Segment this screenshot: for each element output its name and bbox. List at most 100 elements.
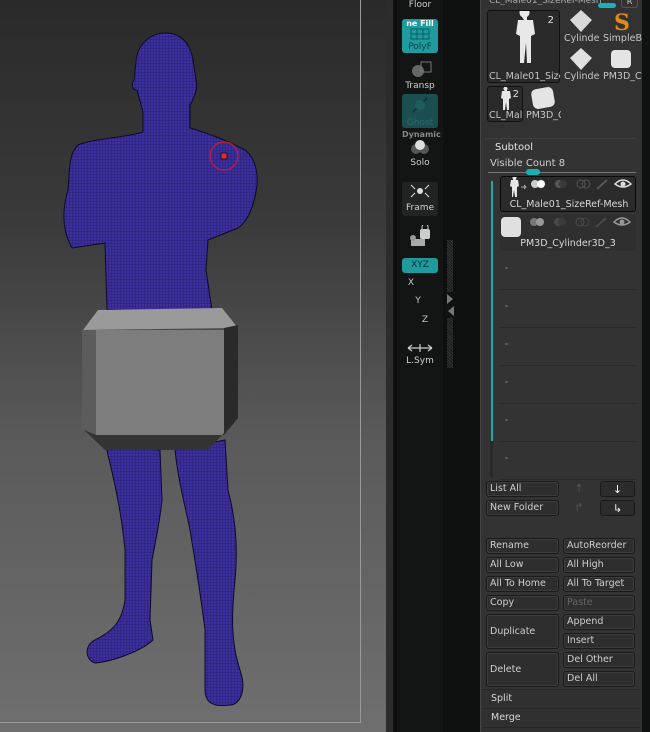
insert-button[interactable]: Insert: [563, 633, 635, 649]
eye-visibility-icon: [613, 179, 633, 188]
subtool-item-male[interactable]: CL_Male01_SizeRef-Mesh: [500, 176, 636, 212]
duplicate-button[interactable]: Duplicate: [486, 614, 559, 649]
solo-button[interactable]: Dynamic Solo: [402, 130, 441, 169]
xyz-label: XYZ: [411, 260, 429, 270]
all-to-home-button[interactable]: All To Home: [486, 576, 559, 592]
subtool-list-scrollbar[interactable]: [491, 181, 493, 441]
all-to-target-button[interactable]: All To Target: [563, 576, 635, 592]
subtool-empty-slot[interactable]: [500, 405, 636, 442]
split-section[interactable]: Split: [482, 689, 640, 708]
subtool-name: PM3D_Cylinder3D_3: [520, 238, 616, 249]
move-out-folder-button[interactable]: ↳: [600, 500, 635, 516]
panel-scroll-gutter[interactable]: [642, 0, 650, 732]
shelf-collapse-arrows[interactable]: [446, 292, 455, 318]
collapse-arrows-icon: [447, 294, 454, 316]
slot-dot: [505, 267, 508, 269]
subtool-item-cylinder[interactable]: PM3D_Cylinder3D_3: [500, 215, 636, 251]
visible-count-knob[interactable]: [526, 169, 540, 175]
subtool-empty-slot[interactable]: [500, 291, 636, 328]
all-low-button[interactable]: All Low: [486, 557, 559, 573]
ghost-button[interactable]: Ghost: [402, 94, 438, 128]
visible-count-slider-label[interactable]: Visible Count 8: [490, 158, 565, 169]
tool-thumb-pm3d-2[interactable]: PM3D_C: [525, 86, 561, 122]
del-other-button[interactable]: Del Other: [563, 652, 635, 668]
mask-toggle-icon: [555, 180, 567, 188]
thumb-label: PM3D_C: [526, 110, 561, 121]
tool-thumb-male[interactable]: 2 CL_Male01_Size: [487, 7, 560, 83]
solo-icon: [411, 140, 429, 154]
rename-button[interactable]: Rename: [486, 538, 559, 554]
slot-dot: [505, 381, 508, 383]
slot-dot: [505, 343, 508, 345]
cube-icon: [531, 87, 555, 109]
subtool-empty-slot[interactable]: [500, 329, 636, 366]
ghost-label: Ghost: [406, 118, 434, 128]
dynamic-label: Dynamic: [402, 130, 441, 139]
subtool-empty-slot[interactable]: [500, 367, 636, 404]
transp-button[interactable]: Transp: [402, 60, 438, 91]
transp-label: Transp: [405, 81, 435, 91]
subtool-empty-slot[interactable]: [500, 443, 636, 480]
current-tool-name: CL_Male01_SizeRef-Mesh: [489, 0, 602, 5]
tool-thumb-male-small[interactable]: 2 CL_Mal: [487, 86, 523, 122]
move-up-button[interactable]: ↑: [562, 481, 596, 497]
tool-thumb-cylinder-2[interactable]: Cylinde: [562, 46, 600, 82]
delete-button[interactable]: Delete: [486, 652, 559, 687]
copy-button[interactable]: Copy: [486, 595, 559, 611]
polyf-button[interactable]: ne Fill PolyF: [402, 19, 438, 53]
cylinder-diamond-icon: [570, 48, 592, 70]
arrow-up-icon: ↑: [574, 482, 584, 495]
autoreorder-button[interactable]: AutoReorder: [563, 538, 635, 554]
thumb-label: Cylinde: [564, 33, 600, 44]
solo-label: Solo: [410, 158, 430, 168]
rotate-y-button[interactable]: Y: [410, 296, 426, 310]
simplebrush-s-icon: S: [614, 10, 630, 36]
viewport-frame: [0, 0, 361, 723]
frame-icon: [410, 184, 430, 198]
camera-lock-icon: [410, 223, 430, 246]
viewport-edge: [386, 0, 393, 732]
viewport-canvas[interactable]: [0, 0, 393, 732]
polyframe-grid-icon: [410, 28, 430, 40]
thumb-label: CL_Male01_Size: [489, 71, 560, 82]
move-into-folder-button[interactable]: ↱: [562, 500, 596, 516]
paste-button[interactable]: Paste: [563, 595, 635, 611]
merge-section[interactable]: Merge: [482, 708, 640, 727]
rotate-x-button[interactable]: X: [403, 278, 419, 292]
thumb-count: 2: [512, 89, 519, 100]
lsym-button[interactable]: L.Sym: [402, 343, 438, 367]
brush-toggle-icon: [595, 217, 607, 228]
new-folder-button[interactable]: New Folder: [486, 500, 559, 516]
move-down-button[interactable]: ↓: [600, 481, 635, 497]
lock-camera-button[interactable]: [402, 223, 438, 251]
floor-label: Floor: [408, 0, 432, 10]
subtool-title[interactable]: Subtool: [495, 142, 533, 153]
r-label: R: [626, 0, 633, 6]
r-button[interactable]: R: [621, 0, 638, 8]
floor-button[interactable]: Floor: [402, 0, 438, 10]
rotate-z-button[interactable]: Z: [417, 315, 433, 329]
svg-text:S: S: [614, 10, 630, 34]
frame-label: Frame: [405, 203, 435, 213]
subtool-list-scroll-track[interactable]: [490, 441, 493, 477]
tool-thumb-pm3d-1[interactable]: PM3D_C: [602, 46, 642, 82]
subtool-empty-slot[interactable]: [500, 253, 636, 290]
tool-thumb-cylinder-1[interactable]: Cylinde: [562, 8, 600, 44]
append-button[interactable]: Append: [563, 614, 635, 630]
tool-thumb-simplebrush[interactable]: S SimpleB: [602, 8, 642, 44]
frame-button[interactable]: Frame: [402, 182, 438, 216]
cube-icon: [501, 217, 521, 237]
arrow-turn-right-icon: ↱: [574, 501, 584, 514]
arrow-down-icon: ↓: [612, 483, 623, 496]
all-high-button[interactable]: All High: [563, 557, 635, 573]
list-all-button[interactable]: List All: [486, 481, 559, 497]
rotate-xyz-button[interactable]: XYZ: [402, 258, 438, 273]
slot-dot: [505, 419, 508, 421]
thumb-label: SimpleB: [603, 33, 642, 44]
polyf-top-label: ne Fill: [406, 19, 434, 28]
subtool-row-icons: [501, 217, 632, 237]
polypaint-toggle-icon: [530, 218, 544, 226]
del-all-button[interactable]: Del All: [563, 671, 635, 687]
slot-dot: [505, 305, 508, 307]
visible-count-track[interactable]: [488, 172, 636, 173]
